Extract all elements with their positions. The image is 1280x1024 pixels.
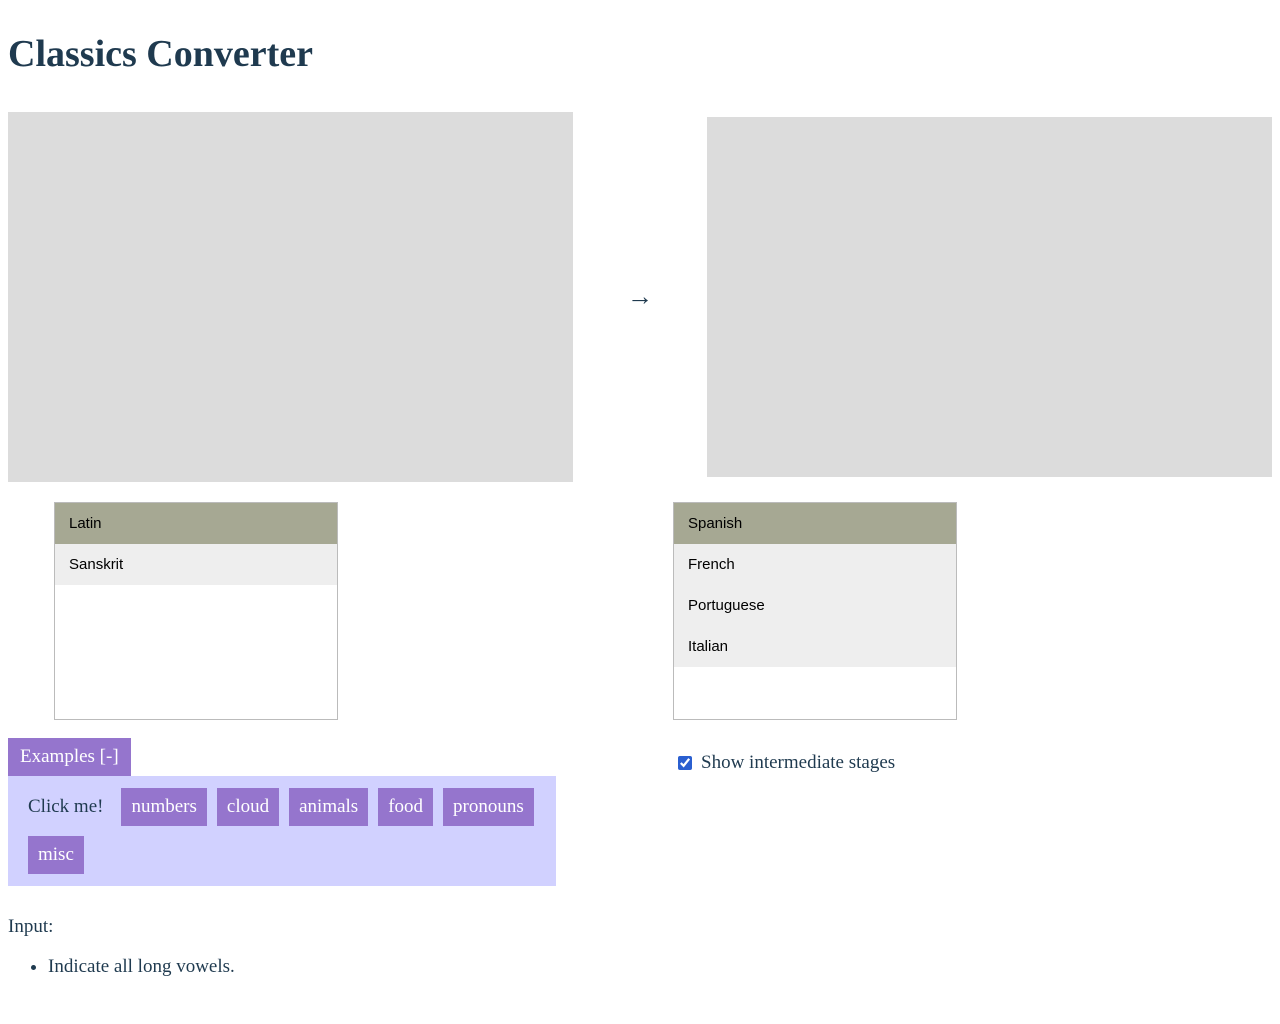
example-button-animals[interactable]: animals (289, 788, 368, 826)
target-language-select[interactable]: SpanishFrenchPortugueseItalian (673, 502, 957, 720)
language-row: LatinSanskrit SpanishFrenchPortugueseIta… (8, 502, 1272, 720)
input-notes-list: Indicate all long vowels. (8, 956, 674, 978)
arrow-icon: → (573, 282, 707, 312)
target-lang-option[interactable]: Spanish (674, 503, 956, 544)
target-lang-option[interactable]: Portuguese (674, 585, 956, 626)
output-panel (707, 117, 1272, 477)
target-lang-option[interactable]: French (674, 544, 956, 585)
show-intermediate-checkbox[interactable] (678, 756, 692, 770)
click-me-label: Click me! (28, 796, 103, 818)
input-panel[interactable] (8, 112, 573, 482)
source-lang-option[interactable]: Latin (55, 503, 337, 544)
source-language-select[interactable]: LatinSanskrit (54, 502, 338, 720)
input-note-item: Indicate all long vowels. (48, 956, 674, 978)
examples-panel: Click me! numbers cloud animals food pronoun… (8, 776, 556, 886)
example-button-food[interactable]: food (378, 788, 433, 826)
input-heading: Input: (8, 916, 674, 938)
examples-toggle-button[interactable]: Examples [-] (8, 738, 131, 776)
example-button-numbers[interactable]: numbers (121, 788, 206, 826)
conversion-row: → (8, 112, 1272, 482)
target-lang-option[interactable]: Italian (674, 626, 956, 667)
source-lang-option[interactable]: Sanskrit (55, 544, 337, 585)
page-title: Classics Converter (8, 32, 1272, 76)
example-button-misc[interactable]: misc (28, 836, 84, 874)
show-intermediate-label: Show intermediate stages (701, 752, 895, 774)
example-button-pronouns[interactable]: pronouns (443, 788, 534, 826)
example-button-cloud[interactable]: cloud (217, 788, 279, 826)
